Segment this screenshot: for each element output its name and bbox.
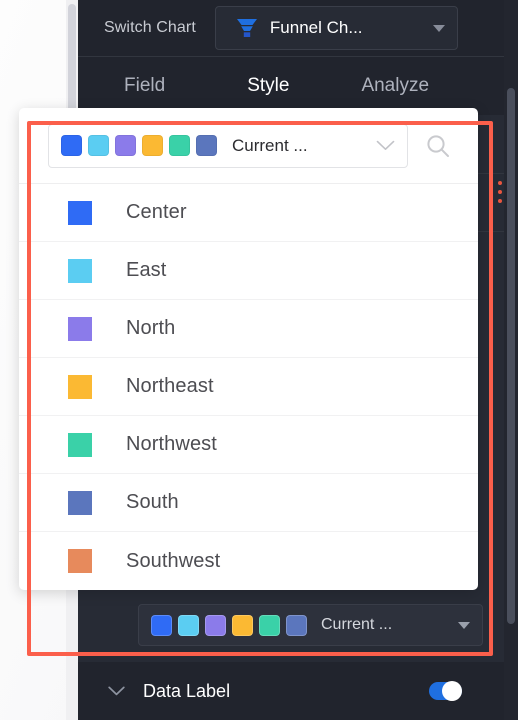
panel-scrollbar-thumb[interactable] [507, 88, 515, 624]
list-item[interactable]: Northeast [19, 358, 478, 416]
chevron-down-icon[interactable] [108, 686, 125, 696]
list-item-label: Northeast [126, 375, 214, 397]
tab-style[interactable]: Style [247, 75, 289, 97]
color-swatch [151, 614, 172, 636]
tab-field[interactable]: Field [124, 75, 165, 97]
list-item-label: Southwest [126, 549, 221, 572]
list-item-label: North [126, 317, 176, 339]
list-item[interactable]: Southwest [19, 532, 478, 590]
color-swatch [61, 135, 82, 156]
list-item-label: Center [126, 201, 187, 223]
color-scheme-row: Current ... [78, 596, 504, 654]
color-swatch [259, 614, 280, 636]
color-swatch [68, 200, 92, 225]
color-scheme-value: Current ... [321, 616, 393, 633]
list-item-label: East [126, 259, 167, 281]
color-picker-popup: Current ... Center East North Northeast Nort… [19, 108, 478, 590]
list-item[interactable]: Northwest [19, 416, 478, 474]
page-scrollbar-thumb[interactable] [68, 4, 76, 116]
data-label-toggle[interactable] [429, 681, 462, 701]
list-item[interactable]: East [19, 242, 478, 300]
color-swatch [88, 135, 109, 156]
color-swatch [68, 549, 92, 573]
toggle-knob [442, 681, 462, 701]
color-scheme-swatches [151, 614, 307, 636]
list-item[interactable]: Center [19, 184, 478, 242]
color-swatch [68, 258, 92, 283]
settings-tabs: Field Style Analyze [78, 57, 518, 115]
list-item-label: Northwest [126, 433, 217, 455]
palette-combobox[interactable]: Current ... [48, 123, 408, 168]
color-options-list[interactable]: Center East North Northeast Northwest South So… [19, 184, 478, 590]
color-scheme-select[interactable]: Current ... [138, 604, 483, 646]
chevron-down-icon [458, 621, 470, 629]
tab-analyze[interactable]: Analyze [361, 75, 429, 97]
color-swatch [68, 490, 92, 515]
color-swatch [115, 135, 136, 156]
color-swatch [232, 614, 253, 636]
search-icon[interactable] [425, 133, 451, 159]
chart-type-select[interactable]: Funnel Ch... [214, 6, 458, 50]
data-label-title: Data Label [143, 680, 231, 701]
palette-swatches [61, 135, 217, 156]
color-swatch [286, 614, 307, 636]
list-item-label: South [126, 491, 179, 513]
popup-search-area: Current ... [19, 108, 478, 184]
color-swatch [169, 135, 190, 156]
color-swatch [178, 614, 199, 636]
funnel-icon [236, 19, 257, 37]
list-item[interactable]: South [19, 474, 478, 532]
chevron-down-icon[interactable] [376, 140, 395, 151]
color-swatch [205, 614, 226, 636]
switch-chart-label: Switch Chart [104, 19, 196, 36]
color-swatch [142, 135, 163, 156]
required-marker [498, 181, 502, 203]
palette-value: Current ... [232, 135, 308, 155]
color-swatch [196, 135, 217, 156]
chart-type-value: Funnel Ch... [269, 18, 363, 37]
screenshot-root: Switch Chart Funnel Ch... Field Style An… [0, 0, 518, 720]
panel-header: Switch Chart Funnel Ch... [78, 0, 518, 56]
color-swatch [68, 374, 92, 399]
chevron-down-icon [432, 24, 445, 32]
data-label-section[interactable]: Data Label [78, 662, 504, 720]
color-swatch [68, 432, 92, 457]
color-swatch [68, 316, 92, 341]
list-item[interactable]: North [19, 300, 478, 358]
